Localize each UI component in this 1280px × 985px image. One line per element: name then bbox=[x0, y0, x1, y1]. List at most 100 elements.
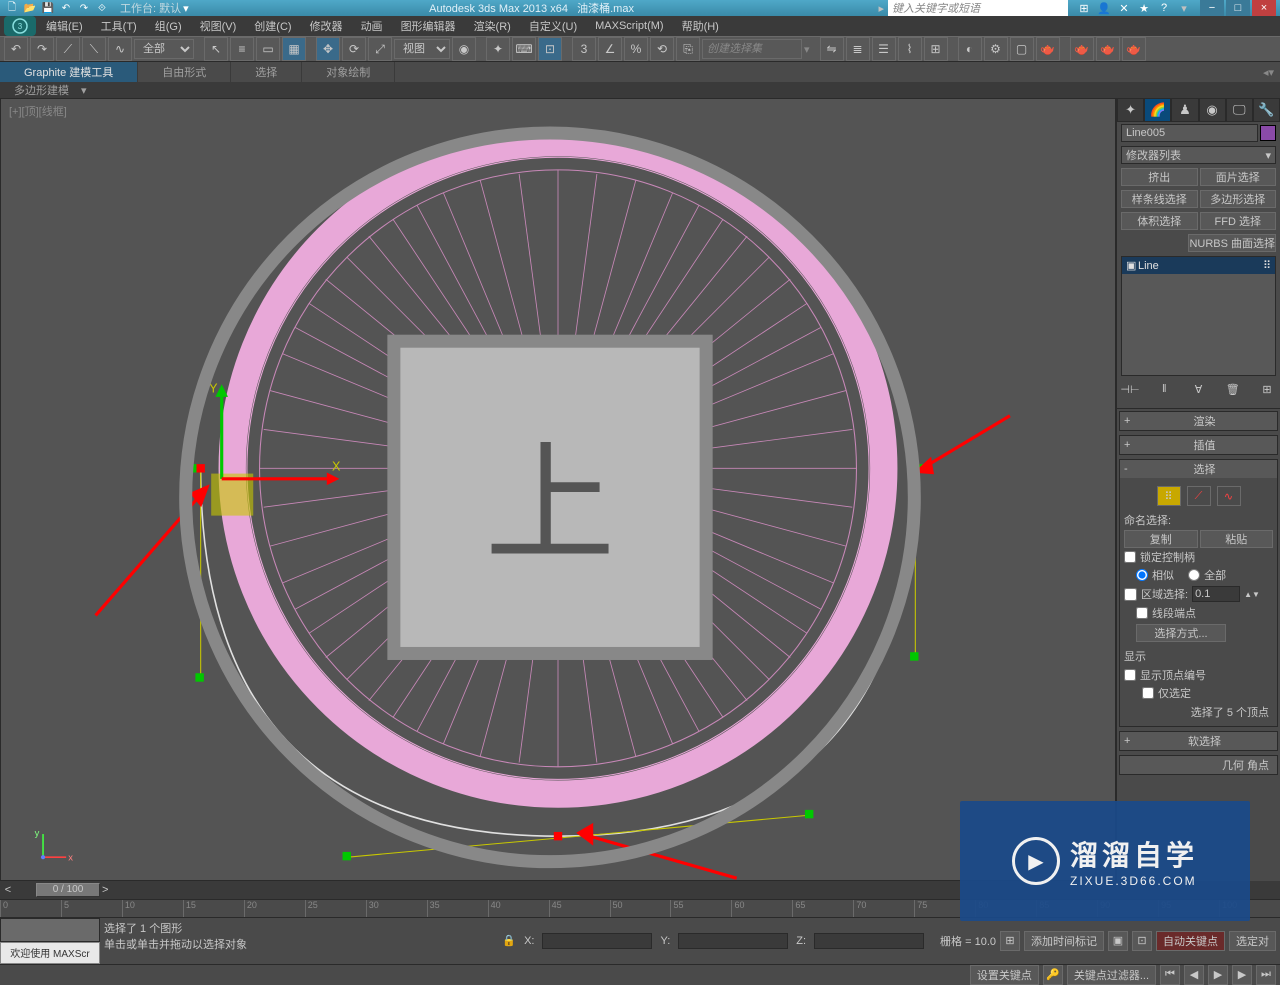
render-setup-icon[interactable]: ⚙ bbox=[984, 37, 1008, 61]
ribbon-expand-icon[interactable]: ◂▾ bbox=[1257, 66, 1280, 79]
cmdtab-display-icon[interactable]: 🖵 bbox=[1226, 98, 1253, 122]
cmdtab-utilities-icon[interactable]: 🔧 bbox=[1253, 98, 1280, 122]
tab-freeform[interactable]: 自由形式 bbox=[138, 62, 231, 82]
modifier-stack[interactable]: ▣Line ⠿ bbox=[1121, 256, 1276, 376]
pin-stack-icon[interactable]: ⊣⊢ bbox=[1121, 380, 1139, 398]
sel-target-button[interactable]: 选定对 bbox=[1229, 931, 1276, 951]
btn-ffd-select[interactable]: FFD 选择 bbox=[1200, 212, 1277, 230]
save-icon[interactable]: 💾 bbox=[40, 0, 56, 16]
next-frame-icon[interactable]: ▶ bbox=[1232, 965, 1252, 985]
check-seg-end[interactable] bbox=[1136, 607, 1148, 619]
check-lock-handles[interactable] bbox=[1124, 551, 1136, 563]
named-selection-input[interactable]: 创建选择集 bbox=[702, 39, 802, 59]
goto-start-icon[interactable]: ⏮ bbox=[1160, 965, 1180, 985]
menu-views[interactable]: 视图(V) bbox=[192, 16, 245, 36]
subobj-vertex-icon[interactable]: ⠿ bbox=[1157, 486, 1181, 506]
subtab-polymodel[interactable]: 多边形建模 bbox=[6, 82, 77, 98]
check-area-select[interactable] bbox=[1124, 588, 1137, 601]
render-icon[interactable]: 🫖 bbox=[1036, 37, 1060, 61]
app-logo-icon[interactable]: 3 bbox=[4, 16, 36, 36]
open-icon[interactable]: 📂 bbox=[22, 0, 38, 16]
menu-help[interactable]: 帮助(H) bbox=[674, 16, 727, 36]
quick-render-icon[interactable]: 🫖 bbox=[1070, 37, 1094, 61]
keyboard-shortcut-icon[interactable]: ⌨ bbox=[512, 37, 536, 61]
favorite-icon[interactable]: ★ bbox=[1136, 0, 1152, 16]
unlink-icon[interactable]: ⟍ bbox=[82, 37, 106, 61]
btn-patch-select[interactable]: 面片选择 bbox=[1200, 168, 1277, 186]
radio-similar[interactable] bbox=[1136, 569, 1148, 581]
menu-edit[interactable]: 编辑(E) bbox=[38, 16, 91, 36]
subobj-spline-icon[interactable]: ∿ bbox=[1217, 486, 1241, 506]
area-select-value[interactable]: 0.1 bbox=[1192, 586, 1240, 602]
btn-select-method[interactable]: 选择方式... bbox=[1136, 624, 1226, 642]
btn-copy[interactable]: 复制 bbox=[1124, 530, 1198, 548]
rotate-icon[interactable]: ⟳ bbox=[342, 37, 366, 61]
play-icon[interactable]: ▶ bbox=[1208, 965, 1228, 985]
ref-coord-system[interactable]: 视图 bbox=[394, 39, 450, 59]
viewport[interactable]: [+][顶][线框] bbox=[0, 98, 1116, 881]
btn-poly-select[interactable]: 多边形选择 bbox=[1200, 190, 1277, 208]
check-show-vertnum[interactable] bbox=[1124, 669, 1136, 681]
menu-rendering[interactable]: 渲染(R) bbox=[466, 16, 519, 36]
setkey-button[interactable]: 设置关键点 bbox=[970, 965, 1039, 985]
help-icon[interactable]: ? bbox=[1156, 0, 1172, 16]
goto-end-icon[interactable]: ⏭ bbox=[1256, 965, 1276, 985]
coord-x[interactable] bbox=[542, 933, 652, 949]
menu-tools[interactable]: 工具(T) bbox=[93, 16, 145, 36]
material-editor-icon[interactable]: ◐ bbox=[958, 37, 982, 61]
tab-object-paint[interactable]: 对象绘制 bbox=[302, 62, 395, 82]
configure-icon[interactable]: ⊞ bbox=[1258, 380, 1276, 398]
btn-spline-select[interactable]: 样条线选择 bbox=[1121, 190, 1198, 208]
btn-extrude[interactable]: 挤出 bbox=[1121, 168, 1198, 186]
percent-snap-icon[interactable]: % bbox=[624, 37, 648, 61]
stack-item-line[interactable]: ▣Line ⠿ bbox=[1122, 257, 1275, 274]
modifier-list[interactable]: 修改器列表▾ bbox=[1121, 146, 1276, 164]
cmdtab-modify-icon[interactable]: 🌈 bbox=[1144, 98, 1171, 122]
menu-customize[interactable]: 自定义(U) bbox=[521, 16, 585, 36]
autokey-button[interactable]: 自动关键点 bbox=[1156, 931, 1225, 951]
minimize-button[interactable]: − bbox=[1200, 0, 1224, 16]
redo-icon[interactable]: ↷ bbox=[76, 0, 92, 16]
new-icon[interactable]: 🗋 bbox=[4, 0, 20, 16]
close-button[interactable]: × bbox=[1252, 0, 1276, 16]
viewcube[interactable]: 上 bbox=[0, 107, 1107, 881]
remove-mod-icon[interactable]: 🗑 bbox=[1224, 380, 1242, 398]
tab-graphite[interactable]: Graphite 建模工具 bbox=[0, 62, 138, 82]
undo-icon[interactable]: ↶ bbox=[58, 0, 74, 16]
snap-toggle-icon[interactable]: ⊡ bbox=[538, 37, 562, 61]
link-icon[interactable]: ⟋ bbox=[56, 37, 80, 61]
viewport-label[interactable]: [+][顶][线框] bbox=[9, 103, 67, 119]
redo-icon[interactable]: ↷ bbox=[30, 37, 54, 61]
rect-select-icon[interactable]: ▭ bbox=[256, 37, 280, 61]
edit-named-sel-icon[interactable]: ⎘ bbox=[676, 37, 700, 61]
menu-maxscript[interactable]: MAXScript(M) bbox=[587, 18, 671, 34]
manipulate-icon[interactable]: ✦ bbox=[486, 37, 510, 61]
menu-modifiers[interactable]: 修改器 bbox=[302, 16, 351, 36]
menu-animation[interactable]: 动画 bbox=[353, 16, 391, 36]
object-name-field[interactable]: Line005 bbox=[1121, 124, 1258, 142]
menu-group[interactable]: 组(G) bbox=[147, 16, 190, 36]
select-icon[interactable]: ↖ bbox=[204, 37, 228, 61]
signin-icon[interactable]: 👤 bbox=[1096, 0, 1112, 16]
spinner-snap-icon[interactable]: ⟲ bbox=[650, 37, 674, 61]
time-slider-handle[interactable]: 0 / 100 bbox=[36, 883, 100, 897]
snap3d-icon[interactable]: 3 bbox=[572, 37, 596, 61]
coord-z[interactable] bbox=[814, 933, 924, 949]
check-only-selected[interactable] bbox=[1142, 687, 1154, 699]
align-icon[interactable]: ≣ bbox=[846, 37, 870, 61]
btn-vol-select[interactable]: 体积选择 bbox=[1121, 212, 1198, 230]
btn-nurbs-select[interactable]: NURBS 曲面选择 bbox=[1188, 234, 1276, 252]
key-filters-button[interactable]: 关键点过滤器... bbox=[1067, 965, 1156, 985]
layers-icon[interactable]: ☰ bbox=[872, 37, 896, 61]
angle-snap-icon[interactable]: ∠ bbox=[598, 37, 622, 61]
key-filter-icon[interactable]: 🔑 bbox=[1043, 965, 1063, 985]
render-iter-icon[interactable]: 🫖 bbox=[1122, 37, 1146, 61]
maximize-button[interactable]: □ bbox=[1226, 0, 1250, 16]
window-crossing-icon[interactable]: ▦ bbox=[282, 37, 306, 61]
move-icon[interactable]: ✥ bbox=[316, 37, 340, 61]
mini-listener[interactable] bbox=[0, 918, 100, 942]
menu-graph-editors[interactable]: 图形编辑器 bbox=[393, 16, 464, 36]
mirror-icon[interactable]: ⇋ bbox=[820, 37, 844, 61]
undo-icon[interactable]: ↶ bbox=[4, 37, 28, 61]
render-frame-icon[interactable]: ▢ bbox=[1010, 37, 1034, 61]
